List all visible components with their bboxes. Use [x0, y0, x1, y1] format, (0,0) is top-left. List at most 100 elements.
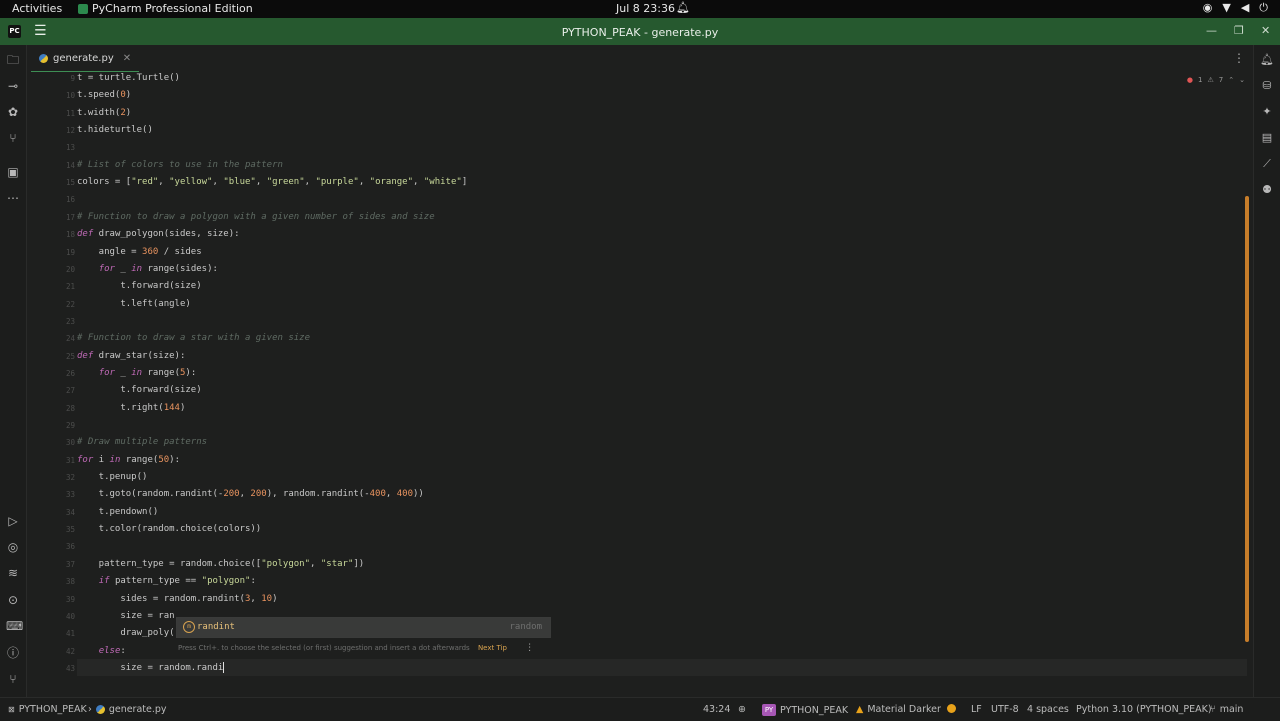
code-line[interactable]: angle = 360 / sides — [77, 244, 202, 261]
file-encoding[interactable]: UTF-8 — [991, 704, 1019, 715]
code-line[interactable]: t.hideturtle() — [77, 122, 153, 139]
copilot-icon[interactable]: ⚉ — [1260, 183, 1274, 197]
volume-icon[interactable]: ◀ — [1241, 1, 1249, 15]
minimize-icon[interactable]: — — [1206, 24, 1217, 37]
method-icon: m — [183, 621, 195, 633]
code-line[interactable]: else: — [77, 643, 126, 660]
python-packages-icon[interactable]: ◎ — [6, 540, 20, 554]
project-widget[interactable]: PY PYTHON_PEAK — [762, 704, 848, 716]
line-number: 40 — [65, 611, 75, 621]
line-number: 19 — [65, 247, 75, 257]
code-line[interactable]: t.width(2) — [77, 105, 131, 122]
breadcrumb-file[interactable]: › generate.py — [88, 704, 167, 715]
git-icon[interactable]: ⑂ — [6, 672, 20, 686]
more-tools-icon[interactable]: ⋯ — [6, 191, 20, 205]
maximize-icon[interactable]: ❐ — [1234, 24, 1244, 37]
terminal-icon[interactable]: ⌨ — [6, 619, 23, 633]
indent-setting[interactable]: 4 spaces — [1027, 704, 1069, 715]
code-line[interactable]: t.color(random.choice(colors)) — [77, 521, 262, 538]
code-line[interactable]: def draw_polygon(sides, size): — [77, 226, 240, 243]
code-line[interactable]: for _ in range(5): — [77, 365, 197, 382]
code-line[interactable]: t.goto(random.randint(-200, 200), random… — [77, 486, 424, 503]
notification-bell-icon[interactable]: 🔔︎ — [676, 1, 690, 14]
code-line[interactable]: size = random.randi — [77, 660, 225, 677]
code-line[interactable]: # Function to draw a polygon with a give… — [77, 209, 435, 226]
inspection-widget[interactable]: ● 1 ⚠ 7 ⌃ ⌄ — [1187, 76, 1245, 84]
wifi-icon[interactable]: ▼ — [1222, 1, 1230, 15]
notifications-icon[interactable]: 🔔︎ — [1260, 53, 1274, 67]
line-number: 27 — [65, 386, 75, 396]
problems-icon[interactable]: ⓘ — [6, 646, 20, 660]
system-top-bar: Activities PyCharm Professional Edition … — [0, 0, 1280, 18]
code-line[interactable]: t.forward(size) — [77, 278, 201, 295]
completion-popup[interactable]: m randint random — [176, 617, 551, 638]
line-number: 24 — [65, 334, 75, 344]
line-number: 15 — [65, 178, 75, 188]
caret-position[interactable]: 43:24 — [703, 704, 730, 715]
chrome-icon[interactable]: ◉ — [1203, 1, 1213, 15]
status-bar: ⊠ PYTHON_PEAK › generate.py 43:24 ⊕ PY P… — [0, 697, 1280, 721]
commit-icon[interactable]: ⊸ — [6, 79, 20, 93]
next-highlight-icon[interactable]: ⌄ — [1239, 76, 1245, 84]
line-separator[interactable]: LF — [971, 704, 982, 715]
hint-options-icon[interactable]: ⋮ — [525, 643, 534, 653]
code-line[interactable]: t.left(angle) — [77, 296, 190, 313]
vertical-scrollbar[interactable] — [1245, 196, 1249, 642]
code-line[interactable]: # Draw multiple patterns — [77, 434, 207, 451]
code-line[interactable]: colors = ["red", "yellow", "blue", "gree… — [77, 174, 467, 191]
project-folder-icon[interactable]: 🗀︎ — [6, 53, 20, 67]
theme-widget[interactable]: ▲ Material Darker — [856, 704, 941, 715]
code-line[interactable]: # List of colors to use in the pattern — [77, 157, 283, 174]
power-icon[interactable]: ⏻ — [1259, 1, 1268, 15]
line-number: 16 — [65, 195, 75, 205]
prev-highlight-icon[interactable]: ⌃ — [1228, 76, 1234, 84]
close-tab-icon[interactable]: ✕ — [123, 53, 131, 64]
clock[interactable]: Jul 8 23:36 — [616, 2, 675, 15]
tab-generate-py[interactable]: generate.py ✕ — [31, 45, 140, 73]
project-name: PYTHON_PEAK — [780, 704, 849, 716]
vcs-icon[interactable]: ⊕ — [738, 704, 746, 715]
code-line[interactable]: for _ in range(sides): — [77, 261, 218, 278]
code-line[interactable]: if pattern_type == "polygon": — [77, 573, 256, 590]
code-line[interactable]: draw_poly( — [77, 625, 174, 642]
pull-requests-icon[interactable]: ⑂ — [6, 131, 20, 145]
code-line[interactable]: t.forward(size) — [77, 382, 201, 399]
next-tip-link[interactable]: Next Tip — [478, 644, 507, 652]
branch-name: main — [1219, 704, 1244, 715]
code-line[interactable]: def draw_star(size): — [77, 348, 185, 365]
run-icon[interactable]: ▷ — [6, 514, 20, 528]
code-line[interactable]: t = turtle.Turtle() — [77, 70, 180, 87]
structure-icon[interactable]: ▣ — [6, 165, 20, 179]
code-line[interactable]: size = ran — [77, 608, 174, 625]
ai-assistant-icon[interactable]: ✦ — [1260, 105, 1274, 119]
right-tool-strip: 🔔︎ ⛁ ✦ ▤ ⟋ ⚉ — [1253, 45, 1280, 697]
code-line[interactable]: # Function to draw a star with a given s… — [77, 330, 310, 347]
activities-button[interactable]: Activities — [12, 2, 62, 15]
code-editor[interactable]: 9 10 11 12 13 14 15 16 17 18 19 20 21 22 23 24 25 26 27 28 2… — [27, 72, 1253, 697]
database-icon[interactable]: ⛁ — [1260, 79, 1274, 93]
app-menu[interactable]: PyCharm Professional Edition — [78, 2, 253, 15]
code-line[interactable]: t.right(144) — [77, 400, 185, 417]
layers-icon[interactable]: ≋ — [6, 566, 20, 580]
code-line[interactable]: for i in range(50): — [77, 452, 180, 469]
code-line[interactable]: pattern_type = random.choice(["polygon",… — [77, 556, 365, 573]
services-icon[interactable]: ⊙ — [6, 593, 20, 607]
status-indicator[interactable] — [947, 704, 956, 713]
profiler-icon[interactable]: ⟋ — [1260, 157, 1274, 171]
code-line[interactable]: t.pendown() — [77, 504, 159, 521]
plugins-icon[interactable]: ✿ — [6, 105, 20, 119]
close-window-icon[interactable]: ✕ — [1261, 24, 1270, 37]
tab-label: generate.py — [53, 52, 114, 64]
line-number: 13 — [65, 143, 75, 153]
code-line[interactable]: t.speed(0) — [77, 87, 131, 104]
tab-options-icon[interactable]: ⋮ — [1233, 51, 1245, 65]
git-branch[interactable]: ⑂ main — [1210, 704, 1243, 715]
system-tray[interactable]: ◉ ▼ ◀ ⏻ — [1203, 1, 1268, 15]
code-line[interactable]: t.penup() — [77, 469, 148, 486]
code-line[interactable]: sides = random.randint(3, 10) — [77, 591, 277, 608]
status-dot-icon — [947, 704, 956, 713]
breadcrumb-project[interactable]: ⊠ PYTHON_PEAK — [8, 704, 87, 715]
completion-item-selected[interactable]: m randint random — [177, 618, 550, 637]
sciview-icon[interactable]: ▤ — [1260, 131, 1274, 145]
interpreter-selector[interactable]: Python 3.10 (PYTHON_PEAK) — [1076, 704, 1212, 715]
